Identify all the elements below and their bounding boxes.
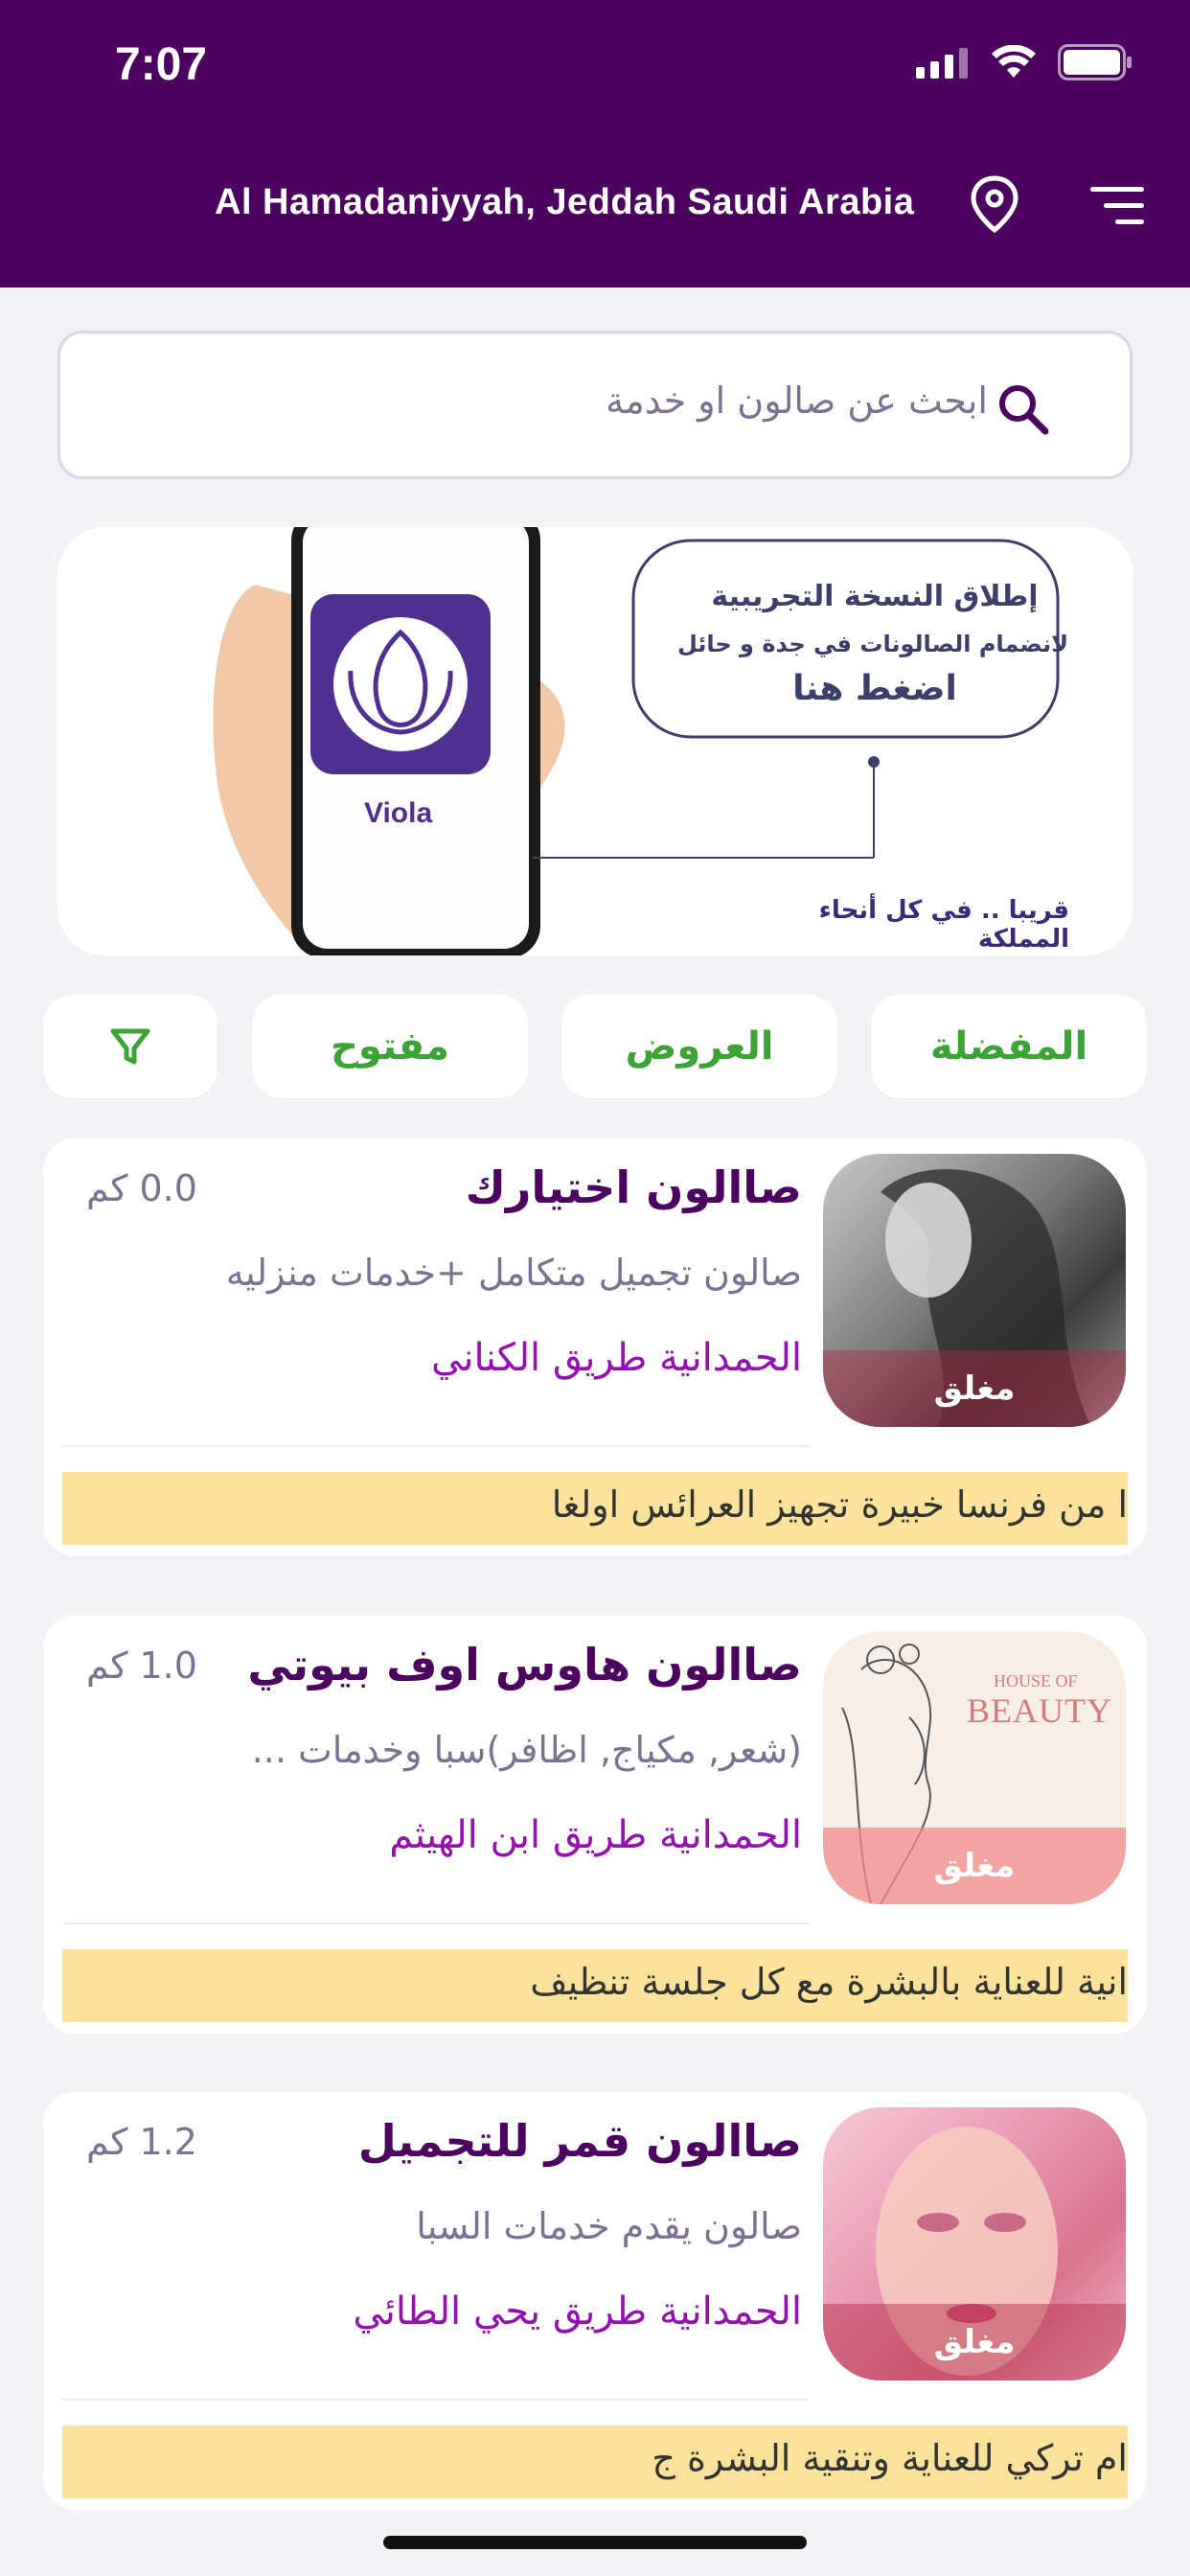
banner-line2: لانضمام الصالونات في جدة و حائل [676,631,1069,657]
banner-cta: اضغط هنا [792,669,957,708]
menu-icon[interactable] [1090,185,1148,227]
filter-button[interactable] [43,995,217,1098]
offer-ticker-text: ا من فرنسا خبيرة تجهيز العرائس اولغا [551,1484,1128,1526]
salon-address: الحمدانية طريق الكناني [431,1336,802,1380]
wifi-icon [992,45,1036,78]
salon-distance: 1.2 كم [86,2121,197,2163]
salon-description: صالون تجميل متكامل +خدمات منزليه [225,1252,802,1294]
salon-address: الحمدانية طريق ابن الهيثم [389,1813,802,1857]
salon-name: صاالون هاوس اوف بيوتي [247,1639,802,1690]
battery-icon [1058,44,1132,80]
filter-offers-chip[interactable]: العروض [561,995,837,1098]
salon-photo: مغلق [823,2107,1126,2380]
status-icons [916,44,1133,80]
salon-card[interactable]: مغلق صاالون قمر للتجميل 1.2 كم صالون يقد… [43,2092,1147,2510]
offer-ticker-text: انية للعناية بالبشرة مع كل جلسة تنظيف [530,1961,1128,2003]
status-time: 7:07 [115,39,208,90]
filter-open-chip[interactable]: مفتوح [252,995,528,1098]
closed-band: مغلق [823,1828,1126,1904]
salon-name: صاالون قمر للتجميل [357,2115,802,2167]
salon-distance: 0.0 كم [86,1167,197,1209]
closed-status: مغلق [933,2323,1016,2361]
card-divider [62,2399,810,2401]
filter-favorites-label: المفضلة [929,1024,1088,1069]
salon-address: الحمدانية طريق يحي الطائي [353,2289,802,2334]
search-placeholder: ابحث عن صالون او خدمة [606,380,988,422]
closed-status: مغلق [933,1847,1016,1885]
offer-ticker: انية للعناية بالبشرة مع كل جلسة تنظيف [62,1949,1128,2022]
signal-icon [916,48,968,79]
closed-status: مغلق [933,1369,1016,1408]
photo-text-beauty: BEAUTY [967,1691,1112,1730]
offer-ticker: ا من فرنسا خبيرة تجهيز العرائس اولغا [62,1472,1128,1545]
current-location[interactable]: Al Hamadaniyyah, Jeddah Saudi Arabia [215,182,914,223]
salon-card[interactable]: مغلق صاالون اختيارك 0.0 كم صالون تجميل م… [43,1138,1147,1556]
salon-card[interactable]: HOUSE OF BEAUTY مغلق صاالون هاوس اوف بيو… [43,1616,1147,2034]
photo-text-house-of: HOUSE OF [994,1671,1078,1690]
offer-ticker: ام تركي للعناية وتنقية البشرة ج [62,2426,1128,2498]
banner-image: Viola إطلاق النسخة التجريبية لانضمام الص… [111,527,1069,955]
app-header: 7:07 Al Hamadaniyyah, Jeddah Saudi Arabi… [0,0,1190,288]
closed-band: مغلق [823,2304,1126,2380]
salon-photo: مغلق [823,1154,1126,1427]
offer-ticker-text: ام تركي للعناية وتنقية البشرة ج [652,2437,1128,2479]
salon-distance: 1.0 كم [86,1644,197,1687]
salon-name: صاالون اختيارك [465,1162,802,1213]
salon-photo: HOUSE OF BEAUTY مغلق [823,1631,1126,1904]
filter-offers-label: العروض [625,1024,774,1069]
closed-band: مغلق [823,1350,1126,1427]
filter-funnel-icon [110,1028,150,1065]
location-pin-icon[interactable] [968,174,1021,234]
promo-banner[interactable]: Viola إطلاق النسخة التجريبية لانضمام الص… [57,527,1133,955]
banner-caption: قريبا .. في كل أنحاء المملكة [818,896,1069,954]
home-indicator[interactable] [383,2536,807,2549]
banner-line1: إطلاق النسخة التجريبية [711,580,1039,613]
filter-open-label: مفتوح [331,1024,449,1069]
search-input[interactable]: ابحث عن صالون او خدمة [57,331,1133,479]
salon-description: (شعر, مكياج, اظافر)سبا وخدمات ... [251,1729,802,1771]
salon-description: صالون يقدم خدمات السبا [416,2205,802,2247]
card-divider [62,1445,810,1447]
banner-app-name: Viola [364,797,433,829]
filter-favorites-chip[interactable]: المفضلة [871,995,1147,1098]
card-divider [62,1922,810,1924]
search-icon [999,385,1049,435]
